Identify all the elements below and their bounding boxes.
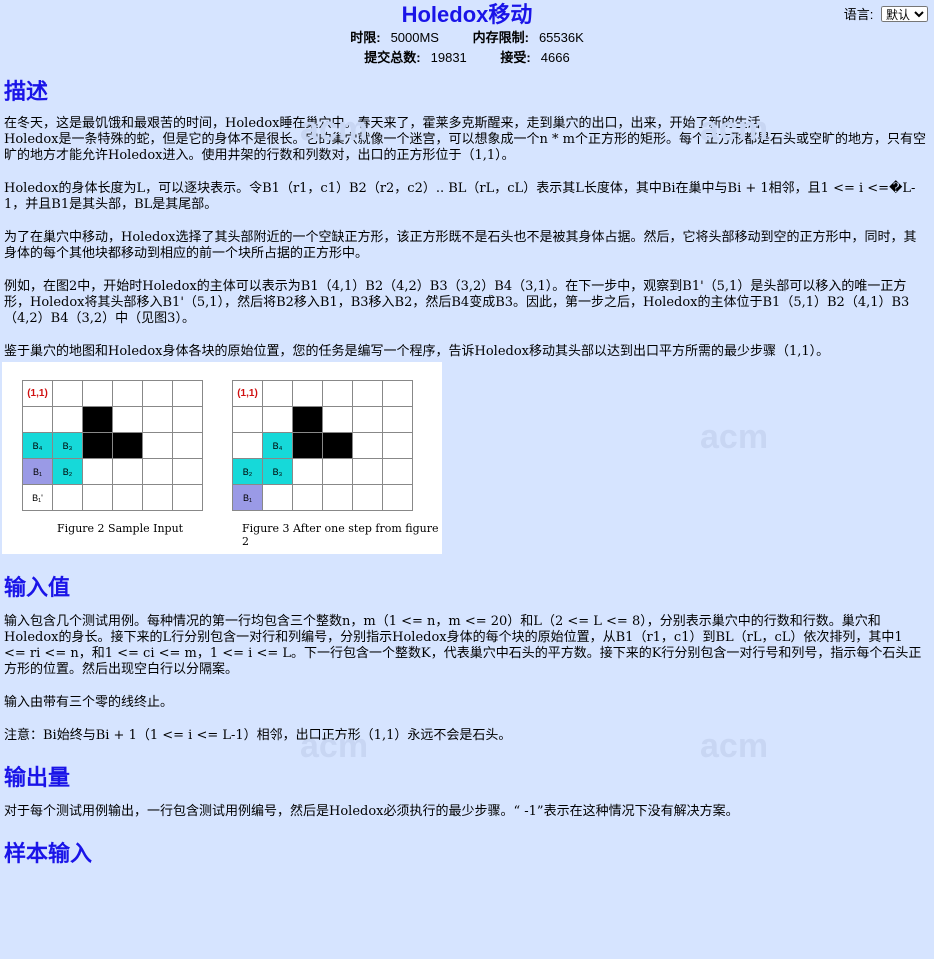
description-paragraph: 在冬天，这是最饥饿和最艰苦的时间，Holedox睡在巢穴中。春天来了，霍莱多克斯…: [4, 116, 926, 163]
figure-3-grid: (1,1) B₄ B₂ B₃ B₁: [232, 380, 413, 511]
language-label: 语言:: [843, 7, 874, 22]
input-paragraph: 输入由带有三个零的线终止。: [4, 695, 174, 710]
accepted-label: 接受:: [500, 50, 531, 65]
sample-input-heading: 样本输入: [4, 841, 93, 866]
description-paragraph: 鉴于巢穴的地图和Holedox身体各块的原始位置，您的任务是编写一个程序，告诉H…: [4, 344, 830, 359]
accepted-value: 4666: [540, 50, 570, 65]
description-paragraph: Holedox的身体长度为L，可以逐块表示。令B1（r1，c1）B2（r2，c2…: [4, 181, 916, 212]
language-selector: 语言: 默认: [844, 4, 928, 23]
time-limit-value: 5000MS: [390, 30, 439, 45]
submissions-value: 19831: [430, 50, 467, 65]
description-paragraph: 为了在巢穴中移动，Holedox选择了其头部附近的一个空缺正方形，该正方形既不是…: [4, 230, 917, 261]
output-paragraph: 对于每个测试用例输出，一行包含测试用例编号，然后是Holedox必须执行的最少步…: [4, 804, 739, 819]
input-paragraph: 输入包含几个测试用例。每种情况的第一行均包含三个整数n，m（1 <= n，m <…: [4, 614, 922, 677]
time-limit-label: 时限:: [350, 30, 381, 45]
figure-2-grid: (1,1) B₄ B₃ B₁ B₂ B₁': [22, 380, 203, 511]
figure-2-caption: Figure 2 Sample Input: [57, 522, 184, 535]
memory-limit-value: 65536K: [538, 30, 584, 45]
output-heading: 输出量: [4, 765, 71, 790]
figure-3-caption: Figure 3 After one step from figure 2: [242, 522, 439, 548]
figure-image: (1,1) B₄ B₃ B₁ B₂ B₁' (1,1) B₄ B₂ B₃ B₁ Fig…: [2, 362, 442, 554]
input-heading: 输入值: [4, 575, 71, 600]
problem-meta: 时限: 5000MS 内存限制: 65536K: [0, 28, 934, 48]
problem-stats: 提交总数: 19831 接受: 4666: [0, 48, 934, 68]
description-paragraph: 例如，在图2中，开始时Holedox的主体可以表示为B1（4,1）B2（4,2）…: [4, 279, 910, 326]
memory-limit-label: 内存限制:: [472, 30, 529, 45]
submissions-label: 提交总数:: [364, 50, 421, 65]
watermark: acm: [700, 418, 769, 456]
page-title: Holedox移动: [401, 2, 533, 27]
language-select[interactable]: 默认: [881, 6, 928, 22]
input-paragraph: 注意：Bi始终与Bi + 1（1 <= i <= L-1）相邻，出口正方形（1,…: [4, 728, 512, 743]
description-heading: 描述: [4, 79, 49, 104]
